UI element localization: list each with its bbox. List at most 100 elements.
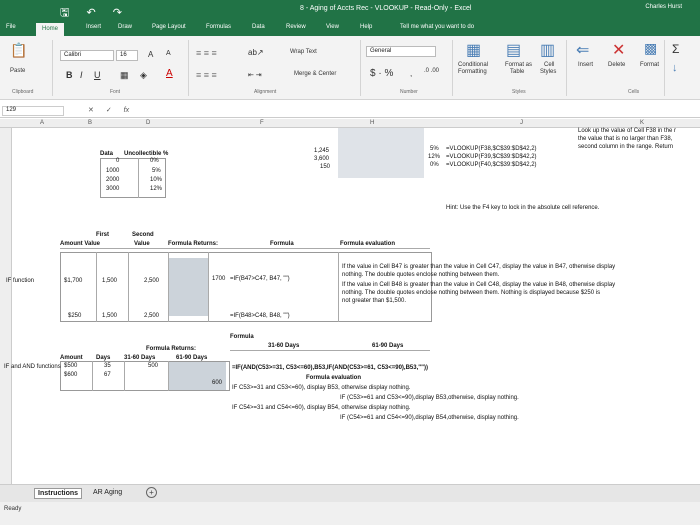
vlookup-formula[interactable]: =VLOOKUP(F38,$C$39:$D$42,2) bbox=[446, 146, 537, 152]
sheet-tab-ar-aging[interactable]: AR Aging bbox=[90, 488, 125, 497]
cell-styles-icon[interactable]: ▥ bbox=[540, 40, 555, 60]
and-cell[interactable]: 500 bbox=[148, 363, 158, 369]
tab-home[interactable]: Home bbox=[36, 23, 65, 36]
fill-icon[interactable]: ↓ bbox=[672, 62, 678, 74]
italic-button[interactable]: I bbox=[80, 70, 83, 80]
vlookup-formula[interactable]: =VLOOKUP(F40,$C$39:$D$42,2) bbox=[446, 162, 537, 168]
tab-file[interactable]: File bbox=[6, 24, 16, 30]
tab-data[interactable]: Data bbox=[252, 24, 265, 30]
insert-cells-button[interactable]: Insert bbox=[578, 62, 593, 68]
format-as-table-label-1[interactable]: Format as bbox=[505, 62, 532, 68]
vlookup-result[interactable]: 5% bbox=[430, 146, 439, 152]
font-name-select[interactable]: Calibri bbox=[60, 50, 114, 61]
lookup-table-cell[interactable]: 3000 bbox=[106, 186, 119, 192]
tab-page-layout[interactable]: Page Layout bbox=[152, 24, 186, 30]
format-as-table-label-2[interactable]: Table bbox=[510, 69, 524, 75]
redo-icon[interactable]: ↷ bbox=[113, 7, 122, 19]
lookup-value[interactable]: 3,600 bbox=[314, 156, 329, 162]
undo-icon[interactable]: ↶ bbox=[86, 7, 95, 19]
and-cell[interactable]: 600 bbox=[212, 380, 222, 386]
vlookup-result[interactable]: 0% bbox=[430, 162, 439, 168]
align-top-icon[interactable]: ≡ ≡ ≡ bbox=[196, 48, 217, 58]
tab-review[interactable]: Review bbox=[286, 24, 306, 30]
and-cell[interactable]: 67 bbox=[104, 372, 111, 378]
if-cell[interactable]: 1,500 bbox=[102, 278, 117, 284]
save-icon[interactable]: 🖫 bbox=[60, 7, 69, 19]
lookup-table-cell[interactable]: 0 bbox=[116, 158, 119, 164]
merge-center-button[interactable]: Merge & Center bbox=[294, 71, 336, 77]
column-header[interactable]: K bbox=[640, 120, 644, 126]
insert-cells-icon[interactable]: ⇐ bbox=[576, 40, 589, 60]
orientation-icon[interactable]: ab↗ bbox=[248, 48, 264, 57]
delete-cells-button[interactable]: Delete bbox=[608, 62, 625, 68]
if-formula[interactable]: =IF(B47>C47, B47, "") bbox=[230, 276, 290, 282]
if-cell[interactable]: $1,700 bbox=[64, 278, 82, 284]
wrap-text-button[interactable]: Wrap Text bbox=[290, 49, 317, 55]
lookup-table-cell[interactable]: 2000 bbox=[106, 177, 119, 183]
if-cell[interactable]: 1700 bbox=[212, 276, 225, 282]
underline-button[interactable]: U bbox=[94, 70, 101, 80]
name-box[interactable]: 129 bbox=[2, 106, 64, 116]
conditional-formatting-label-2[interactable]: Formatting bbox=[458, 69, 487, 75]
tab-help[interactable]: Help bbox=[360, 24, 372, 30]
paste-button[interactable]: Paste bbox=[10, 68, 25, 74]
number-format-select[interactable]: General bbox=[366, 46, 436, 57]
if-cell[interactable]: 2,500 bbox=[144, 278, 159, 284]
cell-styles-label-2[interactable]: Styles bbox=[540, 69, 556, 75]
column-header[interactable]: J bbox=[520, 120, 523, 126]
tab-view[interactable]: View bbox=[326, 24, 339, 30]
tab-insert[interactable]: Insert bbox=[86, 24, 101, 30]
font-size-select[interactable]: 16 bbox=[116, 50, 138, 61]
cancel-icon[interactable]: ✕ bbox=[88, 107, 94, 114]
if-cell[interactable]: $250 bbox=[68, 313, 81, 319]
lookup-table-cell[interactable]: 1000 bbox=[106, 168, 119, 174]
column-header[interactable]: F bbox=[260, 120, 264, 126]
column-header[interactable]: H bbox=[370, 120, 374, 126]
cell-styles-label-1[interactable]: Cell bbox=[544, 62, 554, 68]
align-left-icon[interactable]: ≡ ≡ ≡ bbox=[196, 70, 217, 80]
function-icon[interactable]: fx bbox=[124, 107, 129, 114]
if-cell[interactable]: 1,500 bbox=[102, 313, 117, 319]
user-name[interactable]: Charles Hurst bbox=[645, 4, 682, 10]
tell-me-search[interactable]: Tell me what you want to do bbox=[400, 24, 474, 30]
borders-icon[interactable]: ▦ bbox=[120, 70, 129, 81]
lookup-value[interactable]: 1,245 bbox=[314, 148, 329, 154]
fill-color-icon[interactable]: ◈ bbox=[140, 70, 147, 81]
format-cells-icon[interactable]: ▩ bbox=[644, 40, 657, 57]
format-cells-button[interactable]: Format bbox=[640, 62, 659, 68]
if-cell[interactable]: 2,500 bbox=[144, 313, 159, 319]
comma-icon[interactable]: , bbox=[410, 69, 412, 78]
grow-font-icon[interactable]: A bbox=[148, 50, 153, 59]
sheet-tab-instructions[interactable]: Instructions bbox=[34, 488, 83, 499]
conditional-formatting-icon[interactable]: ▦ bbox=[466, 40, 481, 60]
format-as-table-icon[interactable]: ▤ bbox=[506, 40, 521, 60]
paste-icon[interactable]: 📋 bbox=[10, 42, 27, 59]
font-color-icon[interactable]: A bbox=[166, 68, 173, 79]
shrink-font-icon[interactable]: A bbox=[166, 50, 171, 57]
and-cell[interactable]: $600 bbox=[64, 372, 77, 378]
vlookup-result[interactable]: 12% bbox=[428, 154, 440, 160]
enter-icon[interactable]: ✓ bbox=[106, 107, 112, 114]
decimal-icon[interactable]: .0 .00 bbox=[424, 68, 439, 74]
vlookup-formula[interactable]: =VLOOKUP(F39,$C$39:$D$42,2) bbox=[446, 154, 537, 160]
lookup-table-cell[interactable]: 12% bbox=[150, 186, 162, 192]
delete-cells-icon[interactable]: ✕ bbox=[612, 40, 625, 60]
indent-icon[interactable]: ⇤ ⇥ bbox=[248, 71, 262, 79]
add-sheet-icon[interactable]: + bbox=[146, 487, 157, 498]
autosum-icon[interactable]: Σ bbox=[672, 42, 679, 56]
and-formula[interactable]: =IF(AND(C53>=31, C53<=60),B53,IF(AND(C53… bbox=[232, 365, 428, 371]
lookup-table-cell[interactable]: 5% bbox=[152, 168, 161, 174]
and-cell[interactable]: 35 bbox=[104, 363, 111, 369]
currency-icon[interactable]: $ · % bbox=[370, 68, 393, 79]
column-header[interactable]: A bbox=[40, 120, 44, 126]
lookup-table-cell[interactable]: 0% bbox=[150, 158, 159, 164]
column-header[interactable]: B bbox=[88, 120, 92, 126]
conditional-formatting-label-1[interactable]: Conditional bbox=[458, 62, 488, 68]
bold-button[interactable]: B bbox=[66, 70, 73, 80]
if-formula[interactable]: =IF(B48>C48, B48, "") bbox=[230, 313, 290, 319]
tab-draw[interactable]: Draw bbox=[118, 24, 132, 30]
worksheet-grid[interactable]: Data Uncollectible % 0 0% 1000 5% 2000 1… bbox=[0, 128, 700, 484]
column-header[interactable]: D bbox=[146, 120, 150, 126]
lookup-value[interactable]: 150 bbox=[320, 164, 330, 170]
tab-formulas[interactable]: Formulas bbox=[206, 24, 231, 30]
